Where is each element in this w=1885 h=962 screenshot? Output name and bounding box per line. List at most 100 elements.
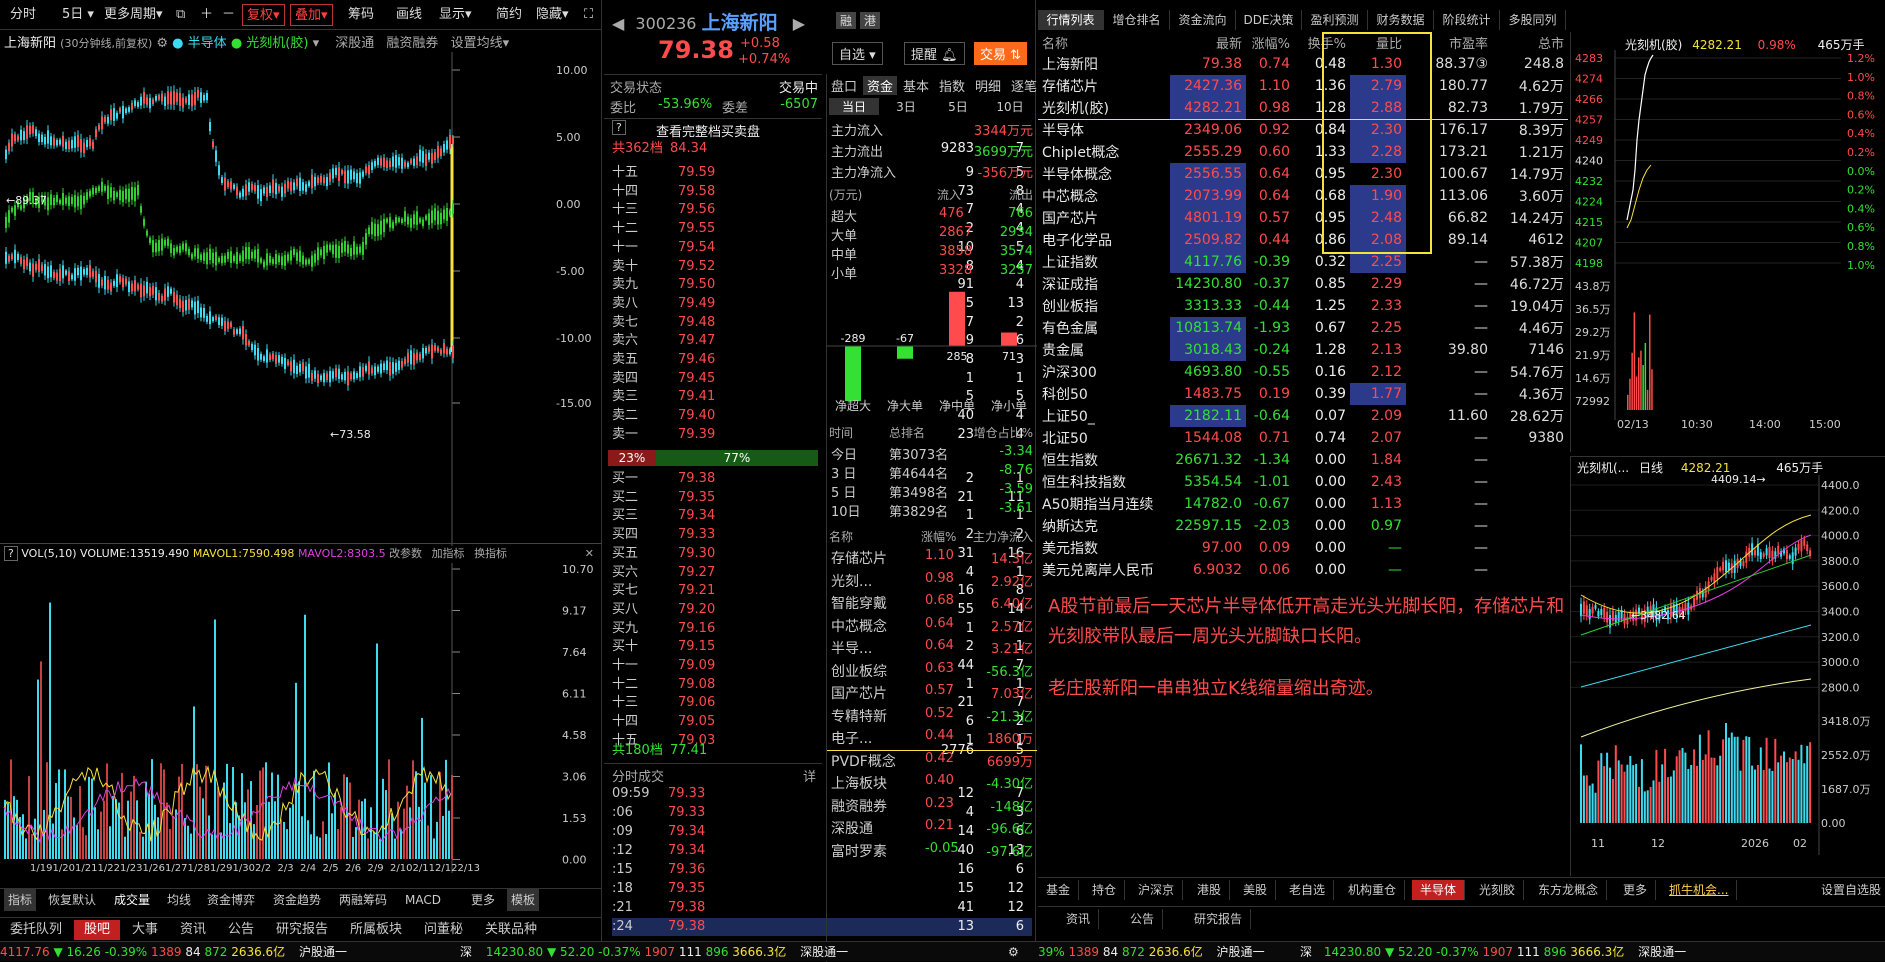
bottom-tab[interactable]: 所属板块 (340, 920, 412, 940)
zoom-in-icon[interactable]: ＋ (196, 4, 217, 26)
overlay1-label[interactable]: ● 半导体 (172, 36, 227, 51)
quote-row[interactable]: 科创50 1483.75 0.19 0.39 1.77 — 4.36万 (1038, 383, 1568, 405)
sector-tab[interactable]: 东方龙概念 (1530, 880, 1608, 900)
window-icon[interactable]: ⧉ (172, 4, 189, 26)
sector-name[interactable]: 创业板综 (831, 661, 887, 681)
indicator-tab[interactable]: 资金博弈 (203, 889, 259, 911)
indicator-tab[interactable]: MACD (401, 889, 445, 911)
quote-tab[interactable]: 行情列表 (1038, 10, 1104, 30)
link-sgt[interactable]: 深股通 (335, 36, 374, 51)
close-icon[interactable]: ✕ (585, 544, 594, 564)
indicator-tab[interactable]: 模板 (507, 889, 540, 911)
settings-watchlist[interactable]: 设置自选股 (1821, 880, 1881, 900)
quote-row[interactable]: A50期指当月连续 14782.0 -0.67 0.00 1.13 — (1038, 493, 1568, 515)
quote-row[interactable]: 恒生科技指数 5354.54 -1.01 0.00 2.43 — (1038, 471, 1568, 493)
quote-row[interactable]: 北证50 1544.08 0.71 0.74 2.07 — 9380 (1038, 427, 1568, 449)
quote-row[interactable]: 国产芯片 4801.19 0.57 0.95 2.48 66.82 14.24万 (1038, 207, 1568, 229)
quote-head-cell[interactable]: 涨幅% (1246, 31, 1294, 53)
link-margin[interactable]: 融资融券 (386, 36, 438, 51)
zoom-out-icon[interactable]: － (218, 4, 239, 26)
sector-tab[interactable]: 老自选 (1281, 880, 1335, 900)
remind-button[interactable]: 提醒 🔔︎ (904, 42, 965, 65)
sector-name[interactable]: 融资融券 (831, 796, 887, 816)
sector-tab[interactable]: 基金 (1038, 880, 1080, 900)
sector-tab[interactable]: 更多 (1615, 880, 1657, 900)
sector-name[interactable]: 富时罗素 (831, 841, 887, 861)
sector-name[interactable]: 电子... (831, 728, 872, 748)
sector-name[interactable]: 专精特新 (831, 706, 887, 726)
vol-edit-params[interactable]: 改参数 (389, 547, 422, 560)
indicator-tab[interactable]: 资金趋势 (269, 889, 325, 911)
sector-name[interactable]: 国产芯片 (831, 683, 887, 703)
display-button[interactable]: 显示▾ (435, 4, 476, 26)
trade-button[interactable]: 交易 ⇅ (974, 42, 1028, 65)
quote-row[interactable]: 光刻机(胶) 4282.21 0.98 1.28 2.88 82.73 1.79万 (1038, 97, 1568, 119)
quote-row[interactable]: 存储芯片 2427.36 1.10 1.36 2.79 180.77 4.62万 (1038, 75, 1568, 97)
quote-row[interactable]: 纳斯达克 22597.15 -2.03 0.00 0.97 — (1038, 515, 1568, 537)
quote-tab[interactable]: 增仓排名 (1104, 10, 1170, 30)
sector-tab[interactable]: 持仓 (1084, 880, 1126, 900)
bottom-tab[interactable]: 资讯 (170, 920, 216, 940)
vol-add-indicator[interactable]: 加指标 (432, 547, 465, 560)
fund-period[interactable]: 当日 (829, 98, 879, 115)
quote-row[interactable]: 深证成指 14230.80 -0.37 0.85 2.29 — 46.72万 (1038, 273, 1568, 295)
sector-tab[interactable]: 美股 (1235, 880, 1277, 900)
overlay-button[interactable]: 叠加▾ (290, 4, 333, 26)
vol-change-indicator[interactable]: 换指标 (474, 547, 507, 560)
full-book-button[interactable]: ? 查看完整档买卖盘 (604, 118, 822, 140)
quote-tab[interactable]: DDE决策 (1236, 10, 1302, 30)
indicator-tab[interactable]: 均线 (163, 889, 195, 911)
quote-tab[interactable]: 资金流向 (1170, 10, 1236, 30)
simple-button[interactable]: 简约 (492, 4, 526, 26)
quote-row[interactable]: 恒生指数 26671.32 -1.34 0.00 1.84 — (1038, 449, 1568, 471)
fund-tab[interactable]: 逐笔 (1007, 76, 1041, 95)
sector-name[interactable]: 中芯概念 (831, 616, 887, 636)
sector-name[interactable]: PVDF概念 (831, 751, 896, 771)
sector-tab[interactable]: 光刻胶 (1471, 880, 1525, 900)
indicator-tab[interactable]: 成交量 (110, 889, 154, 911)
fund-tab[interactable]: 基本 (899, 76, 933, 95)
news-tab[interactable]: 公告 (1122, 909, 1164, 929)
sz-index[interactable]: 深 14230.80 ▼ 52.20 -0.37% 1907 111 896 3… (460, 942, 848, 962)
help-icon[interactable]: ? (4, 546, 18, 561)
indicator-tab[interactable]: 更多 (467, 889, 499, 911)
tab-intraday[interactable]: 分时 (6, 4, 40, 26)
fund-tab[interactable]: 盘口 (827, 76, 861, 95)
hide-button[interactable]: 隐藏▾ (532, 4, 573, 26)
news-tab[interactable]: 研究报告 (1186, 909, 1252, 929)
sector-name[interactable]: 半导... (831, 638, 872, 658)
fund-tab[interactable]: 明细 (971, 76, 1005, 95)
bottom-tab[interactable]: 委托队列 (0, 920, 72, 940)
chevron-down-icon[interactable]: ▾ (503, 36, 510, 51)
bottom-tab[interactable]: 问董秘 (414, 920, 473, 940)
sector-name[interactable]: 深股通 (831, 818, 873, 838)
bottom-tab[interactable]: 关联品种 (475, 920, 547, 940)
quote-row[interactable]: 上海新阳 79.38 0.74 0.48 1.30 88.37③ 248.8 (1038, 53, 1568, 75)
sector-tab[interactable]: 抓牛机会... (1661, 880, 1738, 900)
fund-period[interactable]: 10日 (985, 98, 1035, 115)
quote-row[interactable]: 上证指数 4117.76 -0.39 0.32 2.25 — 57.38万 (1038, 251, 1568, 273)
quote-row[interactable]: 电子化学品 2509.82 0.44 0.86 2.08 89.14 4612 (1038, 229, 1568, 251)
quote-tab[interactable]: 财务数据 (1368, 10, 1434, 30)
news-tab[interactable]: 资讯 (1058, 909, 1100, 929)
quote-head-cell[interactable]: 名称 (1038, 31, 1170, 53)
gear-icon[interactable]: ⚙ (156, 36, 168, 51)
volume-chart[interactable]: 10.709.177.646.114.583.061.530.001/19 1/2… (0, 563, 602, 873)
quote-tab[interactable]: 盈利预测 (1302, 10, 1368, 30)
chevron-down-icon[interactable]: ▾ (313, 36, 320, 51)
quote-row[interactable]: 有色金属 10813.74 -1.93 0.67 2.25 — 4.46万 (1038, 317, 1568, 339)
prev-stock-icon[interactable]: ◀ (612, 14, 624, 33)
quote-row[interactable]: Chiplet概念 2555.29 0.60 1.33 2.28 173.21 1.21万 (1038, 141, 1568, 163)
quote-row[interactable]: 中芯概念 2073.99 0.64 0.68 1.90 113.06 3.60万 (1038, 185, 1568, 207)
tab-5day[interactable]: 5日 ▾ (58, 4, 98, 26)
sector-tab[interactable]: 半导体 (1412, 880, 1466, 900)
sz-index-2[interactable]: 深 14230.80 ▼ 52.20 -0.37% 1907 111 896 3… (1300, 942, 1686, 962)
chips-button[interactable]: 筹码 (344, 4, 378, 26)
indicator-tab[interactable]: 指标 (4, 889, 37, 911)
sector-tab[interactable]: 机构重仓 (1340, 880, 1406, 900)
quote-row[interactable]: 创业板指 3313.33 -0.44 1.25 2.33 — 19.04万 (1038, 295, 1568, 317)
quote-row[interactable]: 美元指数 97.00 0.09 0.00 — — (1038, 537, 1568, 559)
bottom-tab[interactable]: 公告 (218, 920, 264, 940)
bottom-tab[interactable]: 股吧 (74, 920, 121, 940)
sector-name[interactable]: 上海板块 (831, 773, 887, 793)
